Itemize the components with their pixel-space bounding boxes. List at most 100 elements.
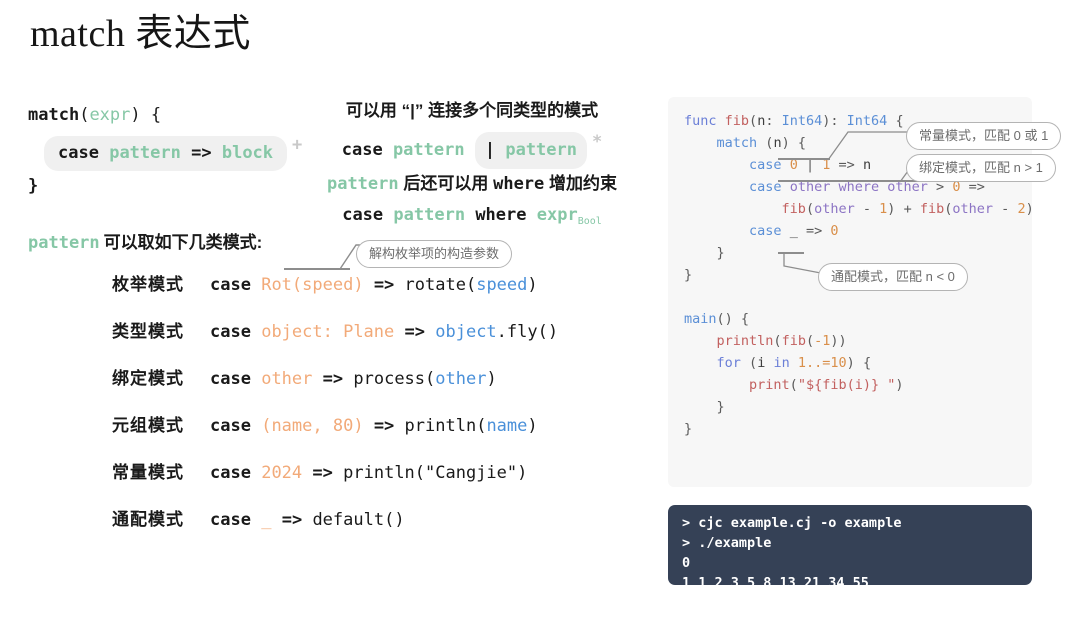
middle-explanation-column: 可以用 “|” 连接多个同类型的模式 case pattern | patter… <box>296 96 648 238</box>
syntax-line-case: case pattern => block + <box>28 130 302 171</box>
callout-wildcard-pattern: 通配模式，匹配 n < 0 <box>818 263 968 291</box>
wildcard-pattern-underline <box>778 252 804 254</box>
terminal-line-4: 1 1 2 3 5 8 13 21 34 55 <box>682 575 869 591</box>
pattern-intro-text: 可以取如下几类模式: <box>103 233 263 252</box>
arrow-token: => <box>281 510 303 530</box>
body-suffix: ) <box>527 416 538 436</box>
pattern-row-label: 枚举模式 <box>112 275 184 294</box>
note-where-clause: pattern 后还可以用 where 增加约束 <box>296 169 648 199</box>
terminal-output: > cjc example.cj -o example > ./example … <box>682 513 901 593</box>
pattern-row-tuple: 元组模式 case (name, 80) => println(name) <box>112 411 558 458</box>
enum-pattern-underline <box>284 268 350 270</box>
pattern-expression: 2024 <box>261 463 303 483</box>
pattern-token: pattern <box>109 143 181 163</box>
body-prefix: println("Cangjie") <box>343 463 528 483</box>
terminal-line-2: > ./example <box>682 535 772 551</box>
paren-close: ) <box>130 105 141 125</box>
terminal-line-1: > cjc example.cj -o example <box>682 515 902 531</box>
slide-root: match 表达式 match(expr) { case pattern => … <box>0 0 1080 643</box>
code-or-pattern: case pattern | pattern * <box>296 126 648 169</box>
body-variable: speed <box>476 275 528 295</box>
or-pattern-pill: | pattern <box>474 132 587 169</box>
pattern-expression: (name, 80) <box>261 416 364 436</box>
pattern-row-label: 类型模式 <box>112 322 184 341</box>
pattern-row-code: case 2024 => println("Cangjie") <box>210 463 527 483</box>
callout-enum-destructure: 解构枚举项的构造参数 <box>356 240 513 268</box>
arrow-token: => <box>373 416 395 436</box>
case-keyword: case <box>210 463 251 483</box>
where-keyword: where <box>475 205 527 225</box>
where-note-end: 增加约束 <box>549 174 618 193</box>
pattern-row-code: case _ => default() <box>210 510 405 530</box>
pattern-row-label: 通配模式 <box>112 510 184 529</box>
case-pattern-pill: case pattern => block <box>44 136 288 171</box>
match-keyword: match <box>28 105 80 125</box>
syntax-line-match: match(expr) { <box>28 100 302 130</box>
arrow-token: => <box>312 463 333 483</box>
pattern-row-binding: 绑定模式 case other => process(other) <box>112 364 558 411</box>
arrow-token: => <box>373 275 395 295</box>
case-keyword-or: case <box>341 140 383 160</box>
pattern-row-code: case Rot(speed) => rotate(speed) <box>210 275 538 295</box>
arrow-token: => <box>404 322 425 342</box>
arrow-token: => <box>191 143 212 163</box>
pattern-expression: _ <box>261 510 272 530</box>
pattern-row-wildcard: 通配模式 case _ => default() <box>112 505 558 552</box>
match-syntax-block: match(expr) { case pattern => block + } <box>28 100 302 201</box>
pattern-row-code: case object: Plane => object.fly() <box>210 322 558 342</box>
pattern-row-enum: 枚举模式 case Rot(speed) => rotate(speed) <box>112 270 558 317</box>
body-variable: other <box>435 369 487 389</box>
expr-bool-token: expr <box>536 205 578 225</box>
brace-close: } <box>28 176 39 196</box>
pattern-row-label: 常量模式 <box>112 463 184 482</box>
bind-pattern-underline <box>778 180 926 182</box>
pattern-row-label: 绑定模式 <box>112 369 184 388</box>
body-prefix: rotate( <box>404 275 477 295</box>
case-keyword: case <box>210 416 251 436</box>
pattern-list: 枚举模式 case Rot(speed) => rotate(speed) 类型… <box>112 270 558 552</box>
pattern-row-label: 元组模式 <box>112 416 184 435</box>
case-keyword: case <box>210 275 251 295</box>
where-note-mid: 后还可以用 <box>403 174 489 193</box>
case-keyword-where: case <box>342 205 384 225</box>
pattern-expression: object: Plane <box>261 322 395 342</box>
body-suffix: ) <box>527 275 538 295</box>
syntax-line-close: } <box>28 171 302 201</box>
callout-bind-pattern: 绑定模式，匹配 n > 1 <box>906 154 1056 182</box>
terminal-panel: > cjc example.cj -o example > ./example … <box>668 505 1032 591</box>
case-keyword: case <box>210 510 251 530</box>
pattern-token-where-note: pattern <box>326 174 399 194</box>
page-title: match 表达式 <box>30 13 251 55</box>
body-prefix: process( <box>353 369 436 389</box>
pattern-row-code: case other => process(other) <box>210 369 497 389</box>
brace-open: { <box>140 105 162 125</box>
block-token: block <box>221 143 274 163</box>
pattern-token-intro: pattern <box>28 233 100 253</box>
arrow-token: => <box>322 369 344 389</box>
case-keyword: case <box>58 143 99 163</box>
code-where-pattern: case pattern where exprBool <box>296 199 648 238</box>
body-prefix: default() <box>312 510 405 530</box>
where-keyword-note: where <box>493 174 545 194</box>
pattern-expression: other <box>261 369 313 389</box>
case-keyword: case <box>210 369 251 389</box>
body-variable: name <box>486 416 528 436</box>
terminal-line-3: 0 <box>682 555 691 571</box>
pattern-row-constant: 常量模式 case 2024 => println("Cangjie") <box>112 458 558 505</box>
const-pattern-underline <box>778 158 830 160</box>
pattern-row-type: 类型模式 case object: Plane => object.fly() <box>112 317 558 364</box>
note-or-patterns: 可以用 “|” 连接多个同类型的模式 <box>345 101 599 120</box>
body-suffix: .fly() <box>496 322 559 342</box>
pattern-token-a: pattern <box>392 140 465 160</box>
expr-token: expr <box>89 105 131 125</box>
paren-open: ( <box>79 105 90 125</box>
body-variable: object <box>435 322 497 342</box>
callout-const-pattern: 常量模式，匹配 0 或 1 <box>906 122 1062 150</box>
bool-subscript: Bool <box>577 216 602 227</box>
body-suffix: ) <box>486 369 497 389</box>
case-keyword: case <box>210 322 251 342</box>
body-prefix: println( <box>404 416 487 436</box>
pattern-intro: pattern 可以取如下几类模式: <box>28 228 262 253</box>
pattern-row-code: case (name, 80) => println(name) <box>210 416 538 436</box>
or-bar: | <box>484 140 496 160</box>
